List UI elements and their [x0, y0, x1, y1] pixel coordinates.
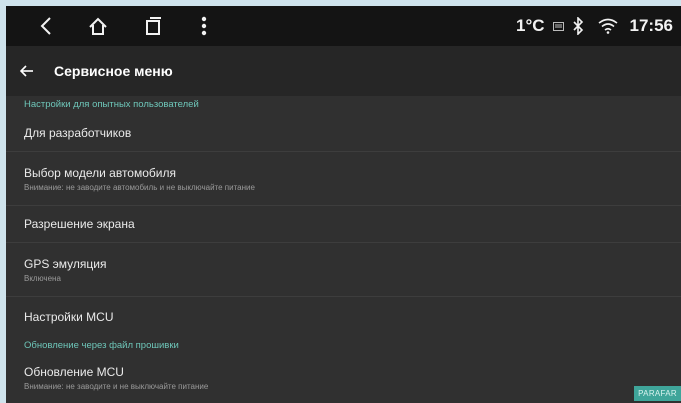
temperature: 1°C	[515, 16, 545, 35]
list-item-developers[interactable]: Для разработчиков	[6, 114, 681, 152]
menu-dots-icon[interactable]	[196, 14, 212, 38]
cast-icon	[552, 21, 564, 31]
list-item-title: Для разработчиков	[24, 125, 132, 140]
screen: 1°C 17:56 Сервисное меню Настройки для о…	[6, 6, 681, 403]
list-item-title: Обновление MCU	[24, 365, 124, 379]
list-item-title: GPS эмуляция	[24, 256, 107, 271]
wifi-icon	[598, 18, 618, 34]
list-item-mcu-update[interactable]: Обновление MCU Внимание: не заводите и н…	[6, 355, 681, 399]
list-item-screen-resolution[interactable]: Разрешение экрана	[6, 206, 681, 243]
status-bar: 1°C 17:56	[6, 6, 681, 46]
list-item-mcu-settings[interactable]: Настройки MCU	[6, 297, 681, 337]
list-item-title: Разрешение экрана	[24, 217, 135, 231]
bluetooth-icon	[572, 17, 584, 35]
section-header-firmware: Обновление через файл прошивки	[24, 340, 179, 351]
list-item-car-model[interactable]: Выбор модели автомобиля Внимание: не зав…	[6, 152, 681, 206]
list-item-subtitle: Внимание: не заводите и не выключайте пи…	[24, 382, 209, 391]
nav-back-icon[interactable]	[34, 14, 58, 38]
list-item-title: Настройки MCU	[24, 310, 114, 324]
home-icon[interactable]	[86, 14, 110, 38]
list-item-gps-emulation[interactable]: GPS эмуляция Включена	[6, 243, 681, 297]
status-indicators: 1°C 17:56	[516, 6, 673, 46]
watermark: PARAFAR	[634, 386, 681, 401]
list-item-title: Выбор модели автомобиля	[24, 165, 176, 180]
back-arrow-icon[interactable]	[20, 65, 54, 77]
list-item-subtitle: Внимание: не заводите автомобиль и не вы…	[24, 182, 255, 192]
recents-icon[interactable]	[142, 14, 166, 38]
toolbar: Сервисное меню	[6, 46, 681, 96]
settings-list: Настройки для опытных пользователей Для …	[6, 96, 681, 399]
clock: 17:56	[629, 16, 673, 35]
list-item-subtitle: Включена	[24, 273, 61, 283]
page-title: Сервисное меню	[54, 63, 173, 79]
section-header-advanced: Настройки для опытных пользователей	[24, 99, 199, 110]
